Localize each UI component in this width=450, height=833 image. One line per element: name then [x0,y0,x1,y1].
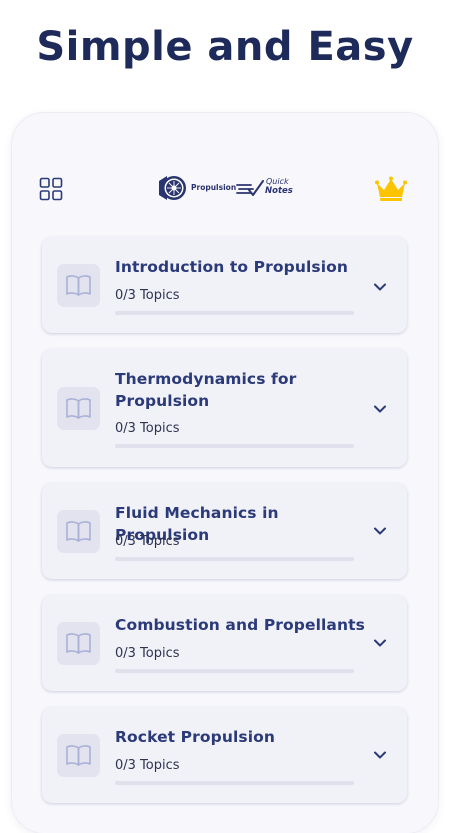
book-icon [66,275,91,296]
chapter-progress-bar [115,669,354,673]
app-bar: Propulsion Quick Notes [12,170,438,206]
chapter-card[interactable]: Combustion and Propellants 0/3 Topics [42,595,407,691]
chevron-down-icon[interactable] [373,404,387,414]
jet-engine-icon [159,176,186,200]
chapter-topics-count: 0/3 Topics [115,534,180,549]
book-icon-tile [57,264,100,307]
chevron-down-icon[interactable] [373,638,387,648]
logo-notes: Notes [265,186,293,196]
chapter-title: Thermodynamics for Propulsion [115,370,297,410]
chapter-card[interactable]: Rocket Propulsion 0/3 Topics [42,707,407,803]
chapter-progress-bar [115,444,354,448]
logo-quick: Quick [266,177,289,186]
chevron-down-icon[interactable] [373,282,387,292]
book-icon [66,398,91,419]
chapter-card[interactable]: Fluid Mechanics in Propulsion 0/3 Topics [42,483,407,579]
chevron-down-icon[interactable] [373,526,387,536]
chapter-topics-count: 0/3 Topics [115,758,180,773]
chapter-title: Rocket Propulsion [115,728,275,746]
book-icon [66,521,91,542]
chapter-title: Introduction to Propulsion [115,258,348,276]
chapter-progress-bar [115,781,354,785]
book-icon-tile [57,387,100,430]
chapter-progress-bar [115,557,354,561]
chapter-card[interactable]: Thermodynamics for Propulsion 0/3 Topics [42,349,407,467]
chapter-card[interactable]: Introduction to Propulsion 0/3 Topics [42,237,407,333]
book-icon [66,633,91,654]
book-icon-tile [57,622,100,665]
crown-icon[interactable] [374,176,408,202]
book-icon [66,745,91,766]
grid-menu-icon[interactable] [39,177,63,201]
app-logo: Propulsion Quick Notes [155,173,299,203]
notes-check-icon [236,180,264,196]
logo-wordmark: Propulsion [191,183,237,192]
book-icon-tile [57,734,100,777]
chapter-topics-count: 0/3 Topics [115,646,180,661]
book-icon-tile [57,510,100,553]
chapter-topics-count: 0/3 Topics [115,288,180,303]
headline: Simple and Easy [36,24,414,70]
chapter-topics-count: 0/3 Topics [115,421,180,436]
chapter-progress-bar [115,311,354,315]
chevron-down-icon[interactable] [373,750,387,760]
chapter-title: Combustion and Propellants [115,616,365,634]
